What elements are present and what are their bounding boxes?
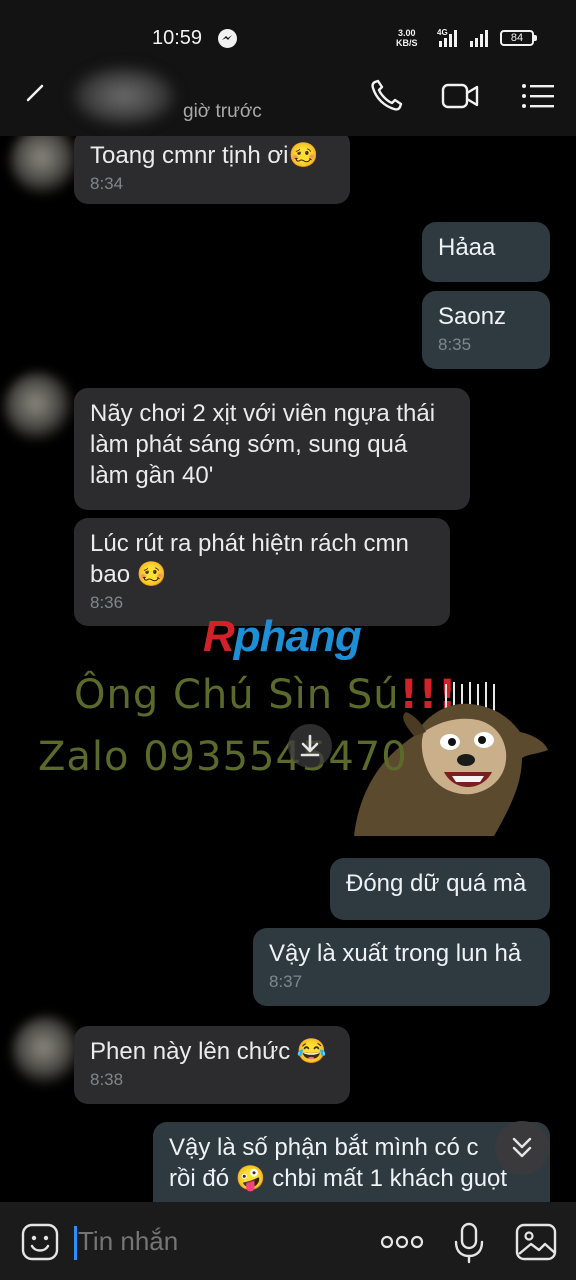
sender-avatar	[10, 136, 80, 196]
more-options-icon[interactable]	[380, 1232, 424, 1252]
emoji-sticker-icon[interactable]	[20, 1222, 60, 1262]
message-composer	[0, 1202, 576, 1280]
video-call-icon[interactable]	[440, 76, 480, 116]
scroll-to-bottom-button[interactable]	[495, 1121, 549, 1175]
messenger-notification-icon	[218, 29, 237, 48]
signal-4g-icon: 4G	[437, 28, 457, 47]
message-bubble-incoming[interactable]: Nãy chơi 2 xịt với viên ngựa thái làm ph…	[74, 388, 470, 510]
sender-avatar	[4, 372, 74, 442]
text-cursor	[74, 1226, 77, 1260]
svg-text:4G: 4G	[437, 28, 448, 37]
download-icon	[300, 734, 320, 757]
battery-icon: 84	[500, 30, 537, 46]
message-bubble-outgoing[interactable]: Vậy là xuất trong lun hả 8:37	[253, 928, 550, 1006]
menu-list-icon[interactable]	[518, 76, 558, 116]
microphone-icon[interactable]	[452, 1222, 486, 1264]
last-seen-status: giờ trước	[183, 101, 262, 122]
message-bubble-outgoing[interactable]: Saonz 8:35	[422, 291, 550, 369]
chat-header: giờ trước	[0, 60, 576, 136]
message-input[interactable]	[78, 1226, 338, 1257]
network-speed: 3.00 KB/S	[396, 28, 418, 48]
image-gallery-icon[interactable]	[514, 1222, 558, 1262]
message-bubble-outgoing[interactable]: Hảaa	[422, 222, 550, 282]
chevron-double-down-icon	[512, 1137, 532, 1158]
signal-icon	[470, 30, 488, 47]
contact-avatar[interactable]	[72, 66, 176, 126]
phone-icon[interactable]	[366, 76, 406, 116]
status-bar: 10:59 3.00 KB/S 4G 84	[0, 0, 576, 60]
message-bubble-incoming[interactable]: Phen này lên chức 😂 8:38	[74, 1026, 350, 1104]
message-list[interactable]: Toang cmnr tịnh ơi🥴 8:34 Hảaa Saonz 8:35…	[0, 136, 576, 1202]
download-button[interactable]	[288, 724, 332, 768]
message-bubble-outgoing[interactable]: Đóng dữ quá mà	[330, 858, 550, 920]
message-bubble-incoming[interactable]: Toang cmnr tịnh ơi🥴 8:34	[74, 136, 350, 204]
sender-avatar	[12, 1016, 82, 1086]
message-bubble-incoming[interactable]: Lúc rút ra phát hiệtn rách cmn bao 🥴 8:3…	[74, 518, 450, 626]
watermark-line-2: Zalo 0935545470	[38, 734, 408, 780]
status-time: 10:59	[152, 27, 203, 49]
back-arrow-icon[interactable]	[22, 82, 48, 108]
watermark-logo: Rphang	[203, 612, 362, 661]
message-bubble-outgoing[interactable]: Vậy là số phận bắt mình có c rồi đó 🤪 ch…	[153, 1122, 550, 1202]
